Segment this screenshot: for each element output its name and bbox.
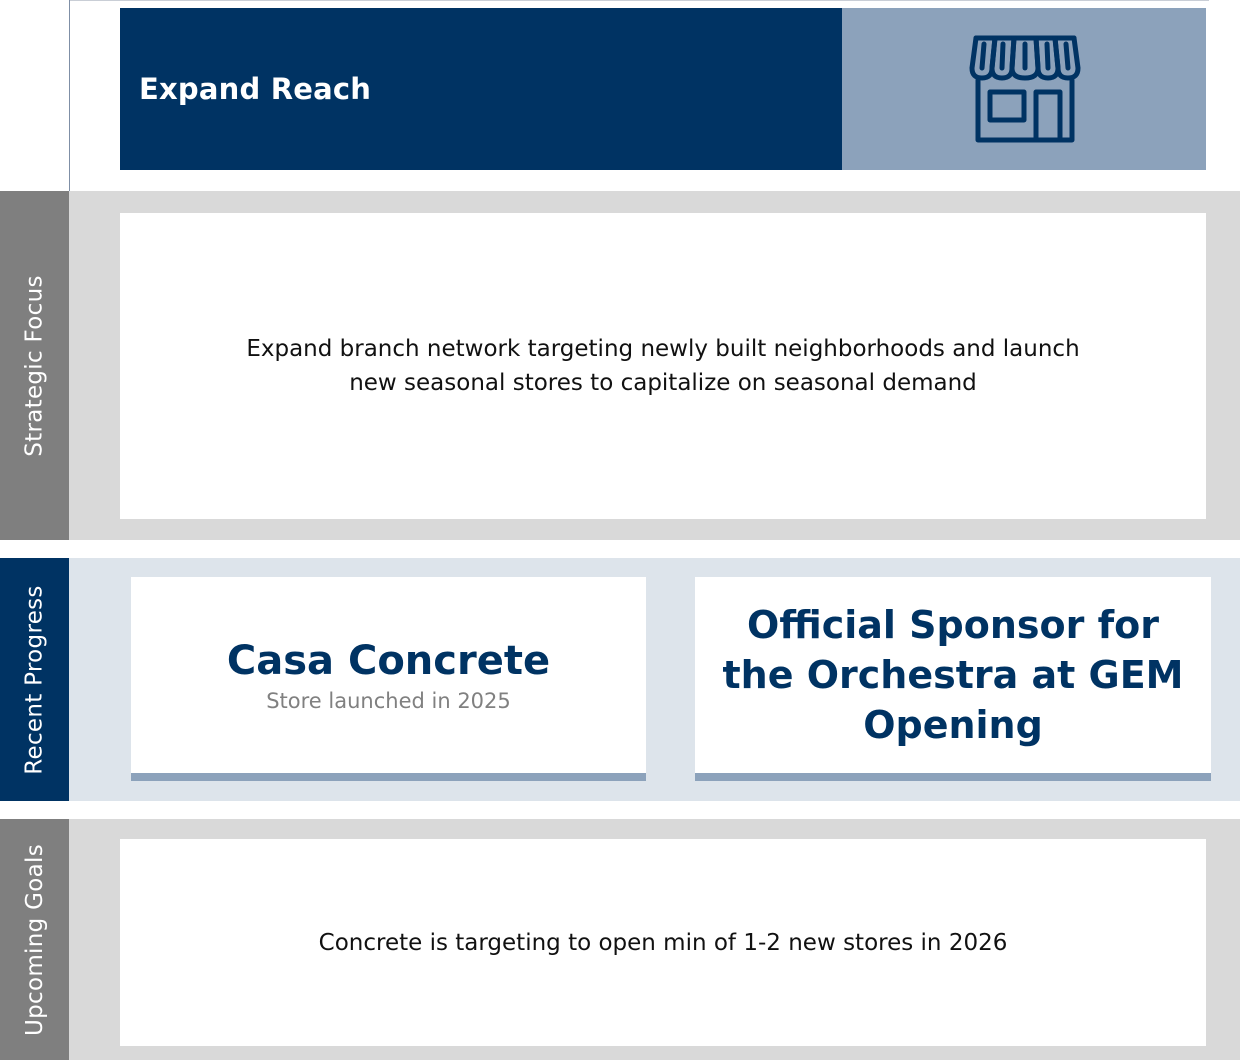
progress-card-subtitle: Store launched in 2025 (266, 689, 511, 713)
upcoming-goals-text: Concrete is targeting to open min of 1-2… (318, 929, 1008, 956)
header-title-panel: Expand Reach (120, 8, 842, 170)
strategic-focus-label-text: Strategic Focus (21, 274, 48, 457)
strategic-focus-text: Expand branch network targeting newly bu… (246, 336, 1080, 396)
recent-progress-label: Recent Progress (0, 558, 69, 801)
progress-card-sponsor: Official Sponsor for the Orchestra at GE… (695, 577, 1211, 781)
header-icon-panel (842, 8, 1206, 170)
progress-card-title: Official Sponsor for the Orchestra at GE… (722, 603, 1184, 747)
storefront-icon (969, 35, 1081, 143)
frame-left-line (69, 0, 70, 191)
upcoming-goals-label: Upcoming Goals (0, 819, 69, 1060)
slide-page: Expand Reach Strategic Focus Expand bran… (0, 0, 1240, 1060)
recent-progress-label-text: Recent Progress (21, 584, 48, 775)
strategic-focus-label: Strategic Focus (0, 191, 69, 540)
page-title: Expand Reach (139, 72, 372, 106)
frame-top-line (69, 0, 1209, 1)
upcoming-goals-card: Concrete is targeting to open min of 1-2… (120, 839, 1206, 1046)
progress-card-casa-concrete: Casa Concrete Store launched in 2025 (131, 577, 646, 781)
upcoming-goals-label-text: Upcoming Goals (21, 843, 48, 1036)
progress-card-title: Casa Concrete (226, 638, 551, 684)
strategic-focus-card: Expand branch network targeting newly bu… (120, 213, 1206, 519)
